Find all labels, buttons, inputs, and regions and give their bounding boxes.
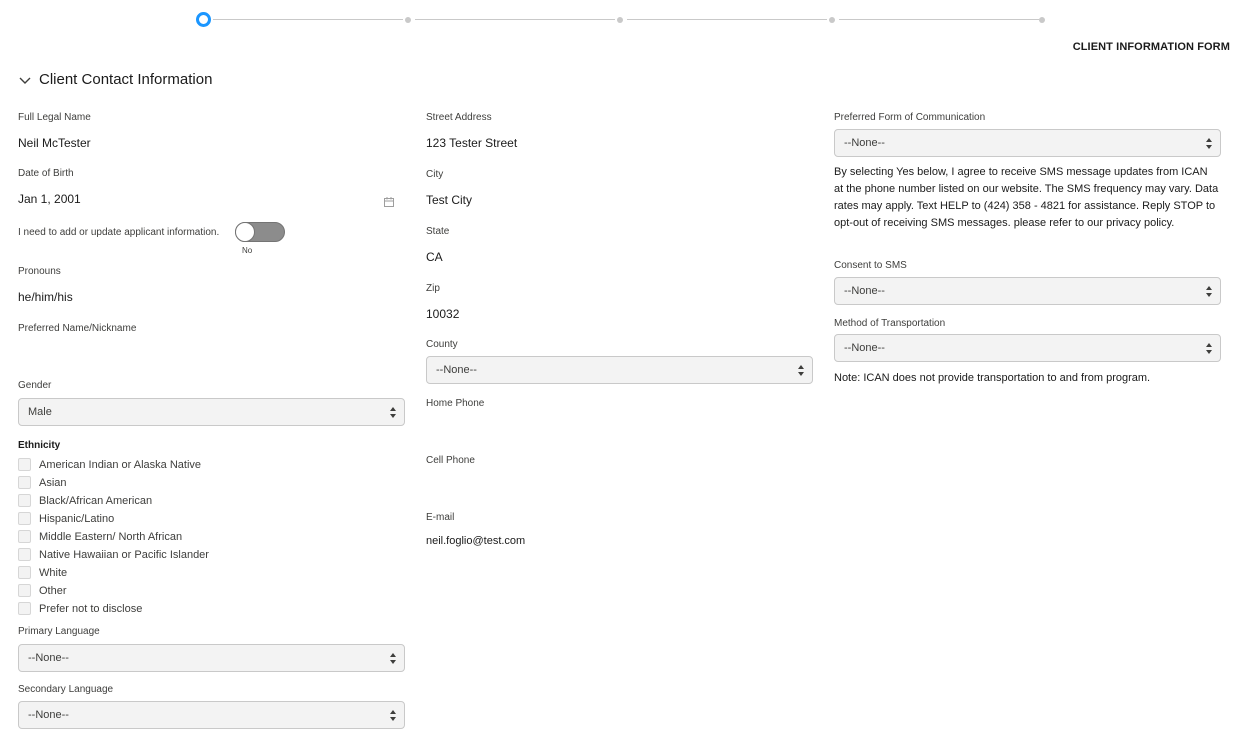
consent-sms-select[interactable]: --None-- [834, 277, 1221, 305]
pronouns-label: Pronouns [18, 266, 61, 277]
communication-value: --None-- [844, 137, 885, 149]
zip-value[interactable]: 10032 [426, 307, 459, 321]
transport-label: Method of Transportation [834, 318, 946, 329]
progress-stepper [196, 12, 1046, 28]
nickname-label: Preferred Name/Nickname [18, 323, 137, 334]
checkbox[interactable] [18, 458, 31, 471]
communication-label: Preferred Form of Communication [834, 112, 986, 123]
county-value: --None-- [436, 364, 477, 376]
select-arrows-icon [390, 653, 396, 664]
toggle-state-text: No [242, 246, 253, 255]
step-2-indicator[interactable] [405, 17, 411, 23]
zip-label: Zip [426, 283, 440, 294]
secondary-language-select[interactable]: --None-- [18, 701, 405, 729]
consent-sms-label: Consent to SMS [834, 260, 907, 271]
ethnicity-option[interactable]: Prefer not to disclose [18, 601, 142, 616]
gender-label: Gender [18, 380, 52, 391]
checkbox[interactable] [18, 494, 31, 507]
checkbox[interactable] [18, 602, 31, 615]
email-value[interactable]: neil.foglio@test.com [426, 535, 525, 547]
chevron-down-icon [19, 77, 31, 84]
ethnicity-option[interactable]: Hispanic/Latino [18, 511, 114, 526]
consent-sms-value: --None-- [844, 285, 885, 297]
sms-disclaimer-text: By selecting Yes below, I agree to recei… [834, 166, 1219, 229]
state-label: State [426, 226, 450, 237]
select-arrows-icon [390, 407, 396, 418]
gender-value: Male [28, 406, 52, 418]
transport-select[interactable]: --None-- [834, 334, 1221, 362]
ethnicity-option[interactable]: Native Hawaiian or Pacific Islander [18, 547, 209, 562]
city-value[interactable]: Test City [426, 193, 472, 207]
section-toggle-client-contact[interactable]: Client Contact Information [18, 71, 212, 88]
step-5-indicator[interactable] [1039, 17, 1045, 23]
checkbox[interactable] [18, 512, 31, 525]
step-4-indicator[interactable] [829, 17, 835, 23]
ethnicity-option[interactable]: Black/African American [18, 493, 152, 508]
secondary-language-label: Secondary Language [18, 684, 114, 695]
select-arrows-icon [1206, 138, 1212, 149]
step-1-indicator[interactable] [196, 12, 211, 27]
street-address-value[interactable]: 123 Tester Street [426, 136, 517, 150]
checkbox[interactable] [18, 530, 31, 543]
form-title: CLIENT INFORMATION FORM [1072, 41, 1230, 53]
ethnicity-option[interactable]: American Indian or Alaska Native [18, 457, 201, 472]
primary-language-select[interactable]: --None-- [18, 644, 405, 672]
county-label: County [426, 339, 458, 350]
email-label: E-mail [426, 512, 455, 523]
pronouns-value[interactable]: he/him/his [18, 290, 73, 304]
step-connector [213, 19, 403, 20]
ethnicity-option[interactable]: White [18, 565, 67, 580]
county-select[interactable]: --None-- [426, 356, 813, 384]
communication-select[interactable]: --None-- [834, 129, 1221, 157]
transport-value: --None-- [844, 342, 885, 354]
select-arrows-icon [1206, 286, 1212, 297]
ethnicity-label: Ethnicity [18, 440, 61, 451]
home-phone-label: Home Phone [426, 398, 485, 409]
section-title: Client Contact Information [39, 71, 213, 88]
calendar-icon[interactable] [384, 197, 394, 207]
ethnicity-option[interactable]: Other [18, 583, 67, 598]
checkbox[interactable] [18, 548, 31, 561]
update-applicant-toggle[interactable] [235, 222, 285, 242]
primary-language-value: --None-- [28, 652, 69, 664]
step-connector [627, 19, 827, 20]
city-label: City [426, 169, 444, 180]
step-3-indicator[interactable] [617, 17, 623, 23]
checkbox[interactable] [18, 476, 31, 489]
step-connector [839, 19, 1039, 20]
select-arrows-icon [390, 710, 396, 721]
select-arrows-icon [798, 365, 804, 376]
ethnicity-option[interactable]: Asian [18, 475, 67, 490]
checkbox[interactable] [18, 566, 31, 579]
full-legal-name-label: Full Legal Name [18, 112, 91, 123]
primary-language-label: Primary Language [18, 626, 100, 637]
full-legal-name-value[interactable]: Neil McTester [18, 136, 91, 150]
transport-note: Note: ICAN does not provide transportati… [834, 372, 1151, 384]
secondary-language-value: --None-- [28, 709, 69, 721]
ethnicity-option[interactable]: Middle Eastern/ North African [18, 529, 182, 544]
checkbox[interactable] [18, 584, 31, 597]
update-applicant-label: I need to add or update applicant inform… [18, 227, 220, 238]
step-connector [415, 19, 615, 20]
dob-value[interactable]: Jan 1, 2001 [18, 192, 81, 206]
toggle-knob [235, 222, 255, 242]
select-arrows-icon [1206, 343, 1212, 354]
cell-phone-label: Cell Phone [426, 455, 475, 466]
street-address-label: Street Address [426, 112, 492, 123]
gender-select[interactable]: Male [18, 398, 405, 426]
state-value[interactable]: CA [426, 250, 443, 264]
dob-label: Date of Birth [18, 168, 74, 179]
